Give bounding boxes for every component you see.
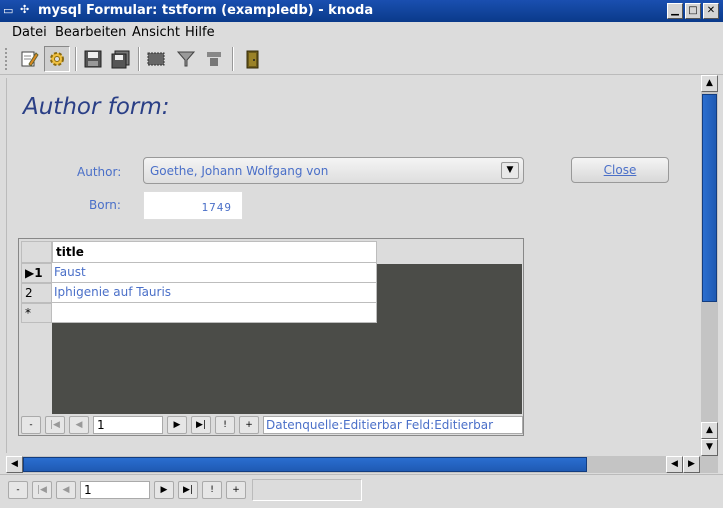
grid-corner (21, 241, 52, 263)
dropdown-arrow-icon[interactable]: ▼ (501, 162, 519, 179)
form-title: Author form: (23, 94, 170, 120)
first-record-button[interactable]: |◀ (45, 416, 65, 434)
filter-icon (176, 51, 196, 67)
subform-grid: title ▶1 Faust 2 Iphigenie auf Tauris * … (18, 238, 524, 436)
close-button[interactable]: Close (571, 157, 669, 183)
row-header[interactable]: ▶1 (21, 263, 52, 283)
save-record-button[interactable]: ! (215, 416, 235, 434)
pin-icon[interactable]: ✣ (20, 3, 29, 16)
print-icon (147, 52, 165, 66)
minimize-icon[interactable]: ▁ (667, 3, 683, 19)
run-button[interactable] (44, 46, 70, 72)
author-value: Goethe, Johann Wolfgang von (150, 164, 329, 178)
exit-door-icon (246, 50, 259, 69)
menu-bearbeiten[interactable]: Bearbeiten (55, 25, 126, 40)
run-gear-icon (50, 52, 64, 66)
delete-record-button[interactable]: - (21, 416, 41, 434)
scroll-right-icon[interactable]: ▶ (683, 456, 700, 473)
toolbar-separator (232, 47, 234, 71)
save-icon (84, 50, 102, 68)
table-cell[interactable] (52, 303, 377, 323)
next-record-button[interactable]: ▶ (167, 416, 187, 434)
column-header-title[interactable]: title (52, 241, 377, 263)
scroll-down-icon[interactable]: ▼ (701, 439, 718, 456)
status-panel (252, 479, 362, 501)
next-record-button[interactable]: ▶ (154, 481, 174, 499)
table-cell[interactable]: Iphigenie auf Tauris (52, 283, 377, 303)
record-number-field[interactable]: 1 (80, 481, 150, 499)
edit-icon (21, 51, 39, 67)
save-button[interactable] (80, 46, 106, 72)
previous-record-button[interactable]: ◀ (56, 481, 76, 499)
save-as-icon (111, 50, 130, 69)
scroll-up-icon[interactable]: ▲ (701, 75, 718, 92)
menu-datei[interactable]: Datei (12, 25, 47, 40)
born-field[interactable]: 1749 (143, 191, 243, 220)
close-icon[interactable]: ✕ (703, 3, 719, 19)
scroll-left-icon[interactable]: ◀ (666, 456, 683, 473)
grid-navigator: - |◀ ◀ 1 ▶ ▶| ! + (21, 416, 261, 436)
row-header[interactable]: 2 (21, 283, 52, 303)
menu-bar: Datei Bearbeiten Ansicht Hilfe (0, 22, 723, 43)
previous-record-button[interactable]: ◀ (69, 416, 89, 434)
scroll-up-icon[interactable]: ▲ (701, 422, 718, 439)
row-header[interactable]: * (21, 303, 52, 323)
exit-button[interactable] (239, 46, 265, 72)
author-combobox[interactable]: Goethe, Johann Wolfgang von ▼ (143, 157, 524, 184)
title-bar[interactable]: ▭ ✣ mysql Formular: tstform (exampledb) … (0, 0, 723, 22)
add-record-button[interactable]: + (226, 481, 246, 499)
edit-button[interactable] (16, 46, 42, 72)
toolbar-separator (75, 47, 77, 71)
save-as-button[interactable] (108, 46, 134, 72)
form-navigator: - |◀ ◀ 1 ▶ ▶| ! + (8, 481, 248, 501)
window-title: mysql Formular: tstform (exampledb) - kn… (38, 3, 374, 18)
born-label: Born: (89, 198, 121, 212)
menu-ansicht[interactable]: Ansicht (132, 25, 180, 40)
vertical-scrollbar[interactable]: ▲ ▲ ▼ (701, 75, 718, 456)
window-menu-icon[interactable]: ▭ (3, 4, 19, 18)
record-number-field[interactable]: 1 (93, 416, 163, 434)
sort-icon (207, 52, 221, 66)
last-record-button[interactable]: ▶| (178, 481, 198, 499)
horizontal-scroll-thumb[interactable] (23, 457, 587, 472)
menu-hilfe[interactable]: Hilfe (185, 25, 215, 40)
last-record-button[interactable]: ▶| (191, 416, 211, 434)
add-record-button[interactable]: + (239, 416, 259, 434)
first-record-button[interactable]: |◀ (32, 481, 52, 499)
author-label: Author: (77, 165, 122, 179)
toolbar-separator (138, 47, 140, 71)
form-navigator-bar: - |◀ ◀ 1 ▶ ▶| ! + (0, 474, 723, 508)
save-record-button[interactable]: ! (202, 481, 222, 499)
toolbar (0, 43, 723, 75)
scroll-left-icon[interactable]: ◀ (6, 456, 23, 473)
filter-button[interactable] (173, 46, 199, 72)
current-row-icon: ▶ (25, 266, 35, 280)
table-cell[interactable]: Faust (52, 263, 377, 283)
grid-status: Datenquelle:Editierbar Feld:Editierbar (263, 416, 523, 434)
delete-record-button[interactable]: - (8, 481, 28, 499)
sort-button[interactable] (201, 46, 227, 72)
print-button[interactable] (143, 46, 169, 72)
maximize-icon[interactable]: □ (685, 3, 701, 19)
horizontal-scrollbar[interactable]: ◀ ◀ ▶ (6, 456, 718, 473)
vertical-scroll-thumb[interactable] (702, 94, 717, 302)
toolbar-grip[interactable] (5, 48, 11, 70)
